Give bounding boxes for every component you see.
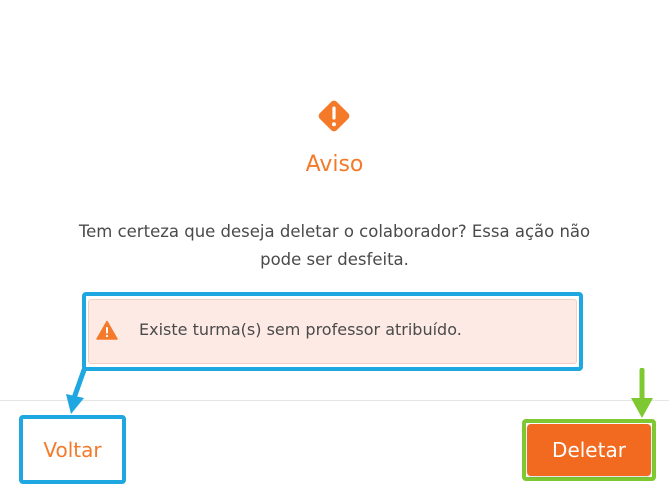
back-button[interactable]: Voltar	[23, 419, 122, 480]
down-arrow-icon	[631, 368, 653, 418]
warning-diamond-icon	[318, 100, 350, 132]
down-arrow-icon	[66, 368, 87, 414]
alert-text: Existe turma(s) sem professor atribuído.	[139, 320, 462, 339]
warning-triangle-icon	[96, 320, 118, 340]
confirmation-message: Tem certeza que deseja deletar o colabor…	[78, 222, 591, 269]
dialog-title: Aviso	[305, 152, 364, 177]
delete-button[interactable]: Deletar	[527, 424, 651, 476]
footer-divider	[0, 400, 669, 401]
confirm-delete-dialog: Aviso Tem certeza que deseja deletar o c…	[0, 0, 669, 490]
